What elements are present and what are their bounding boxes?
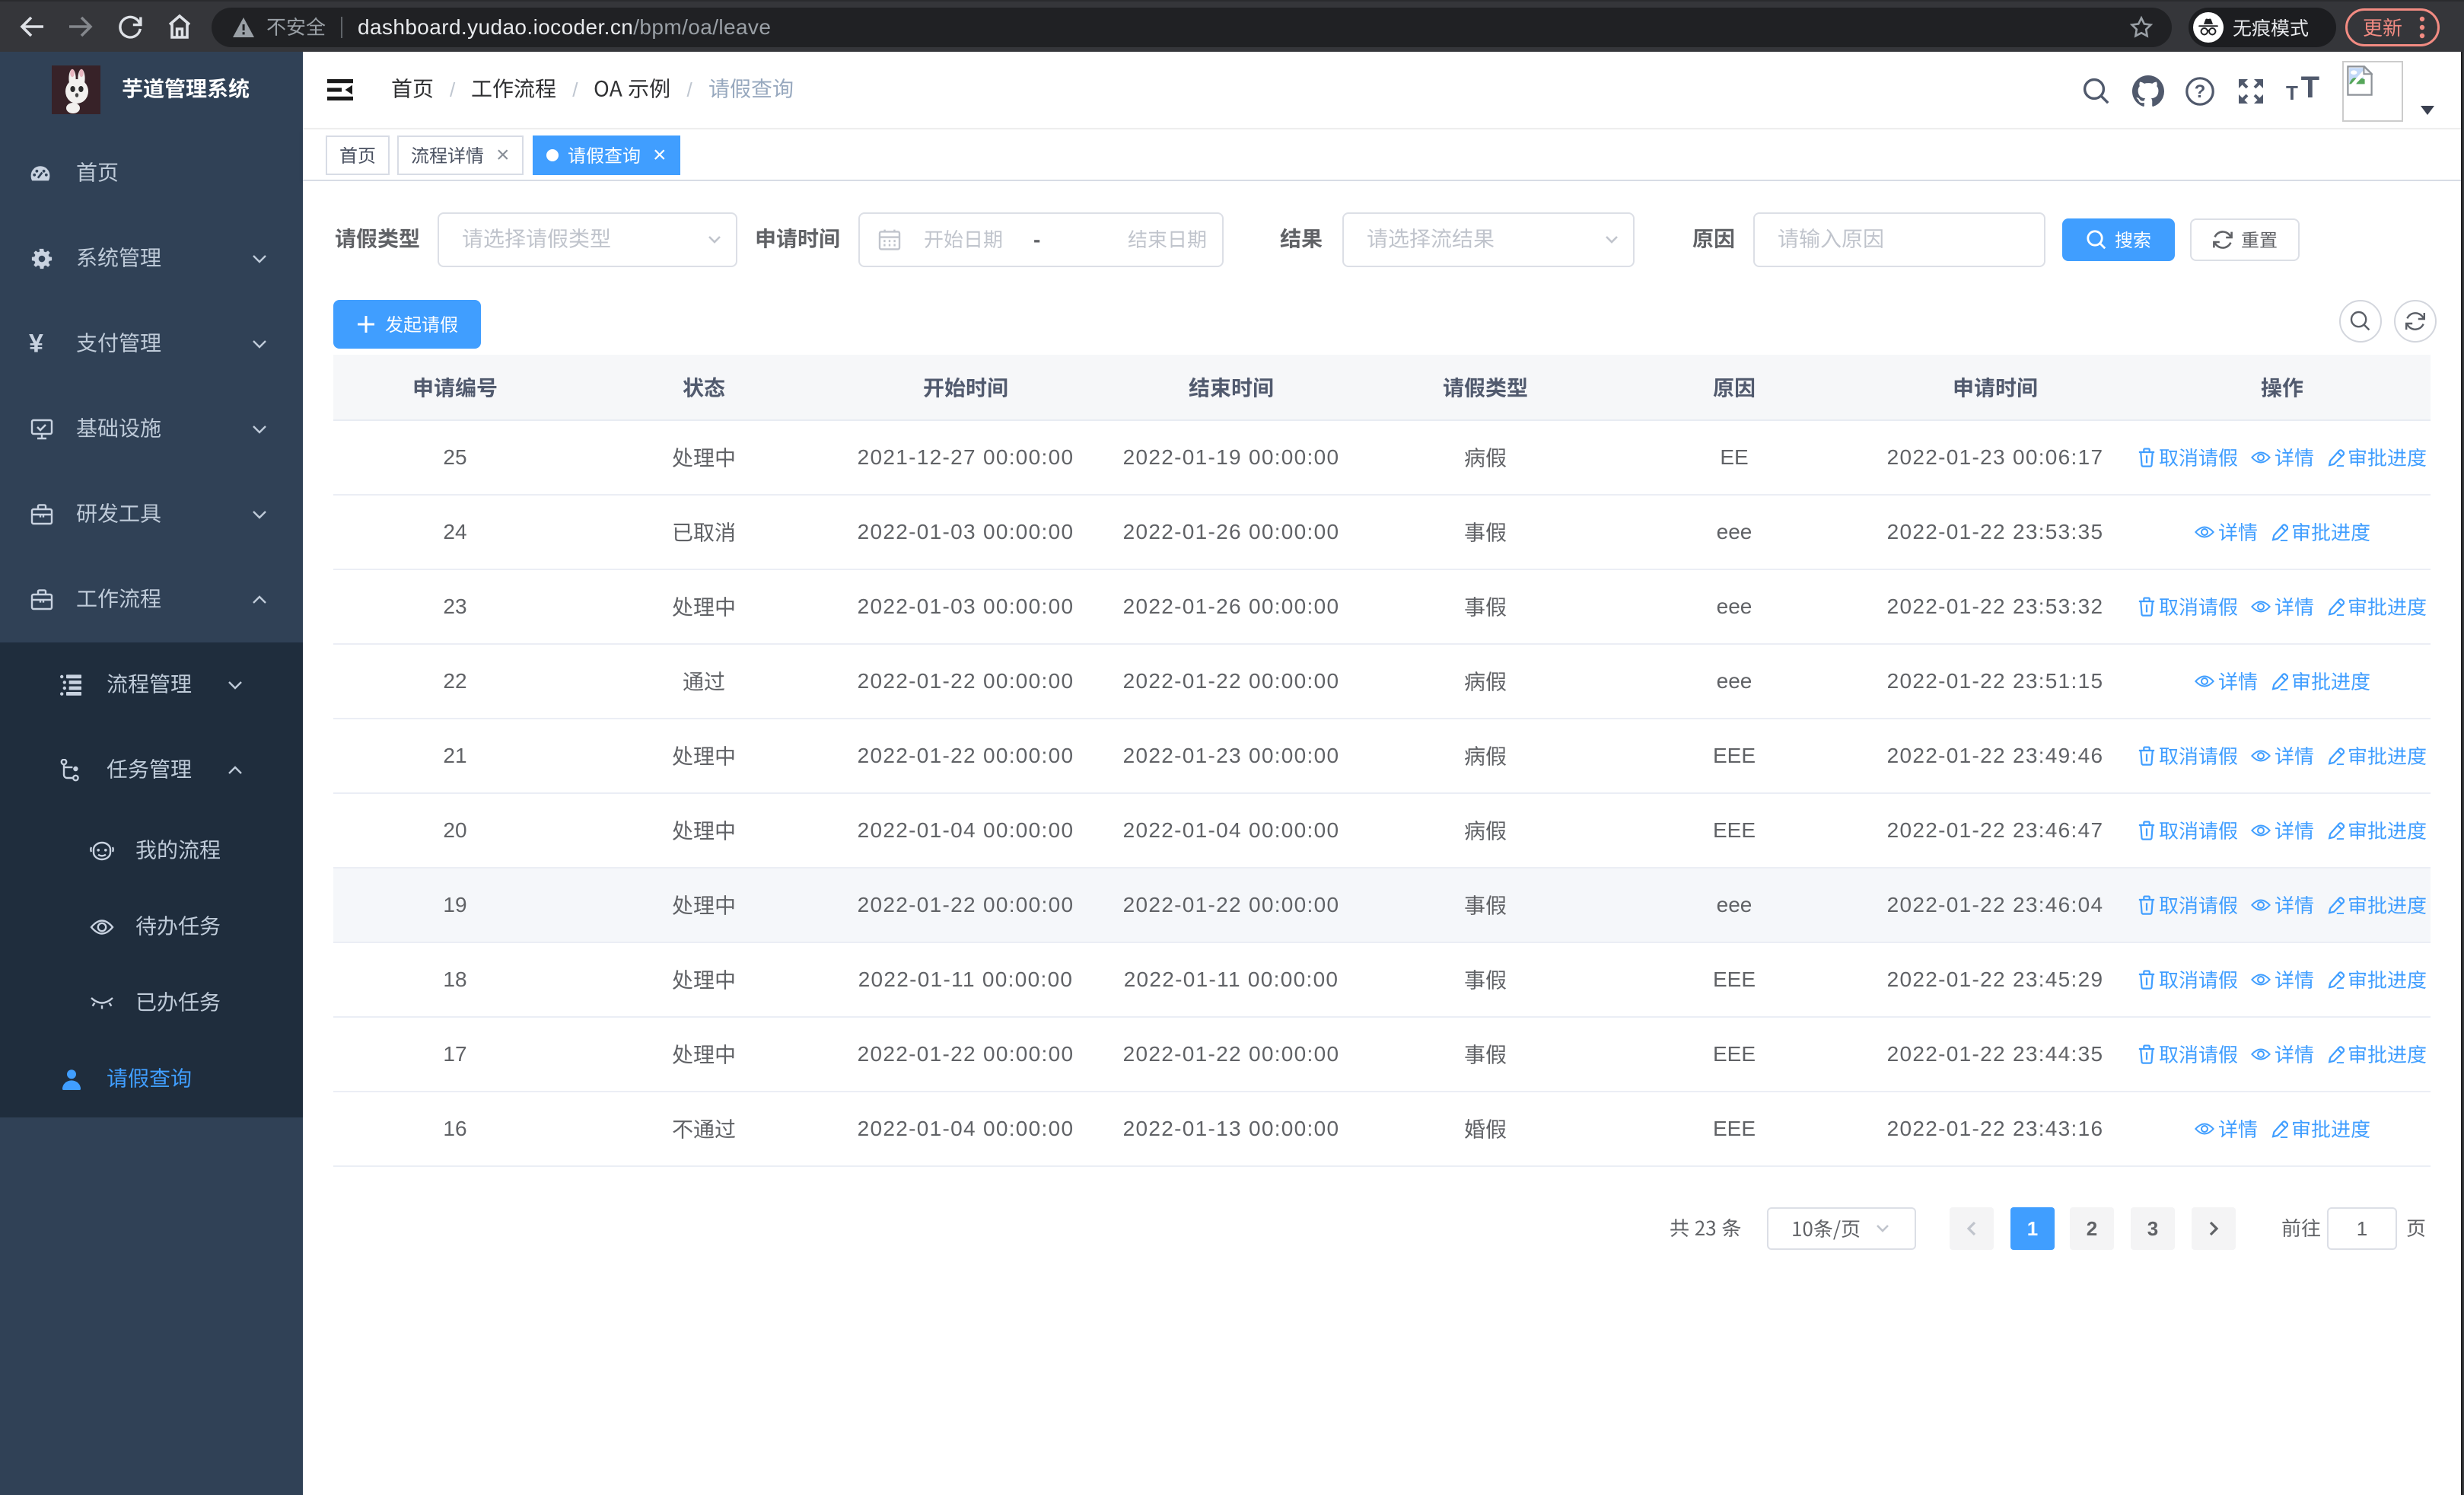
- svg-text:?: ?: [2195, 81, 2206, 102]
